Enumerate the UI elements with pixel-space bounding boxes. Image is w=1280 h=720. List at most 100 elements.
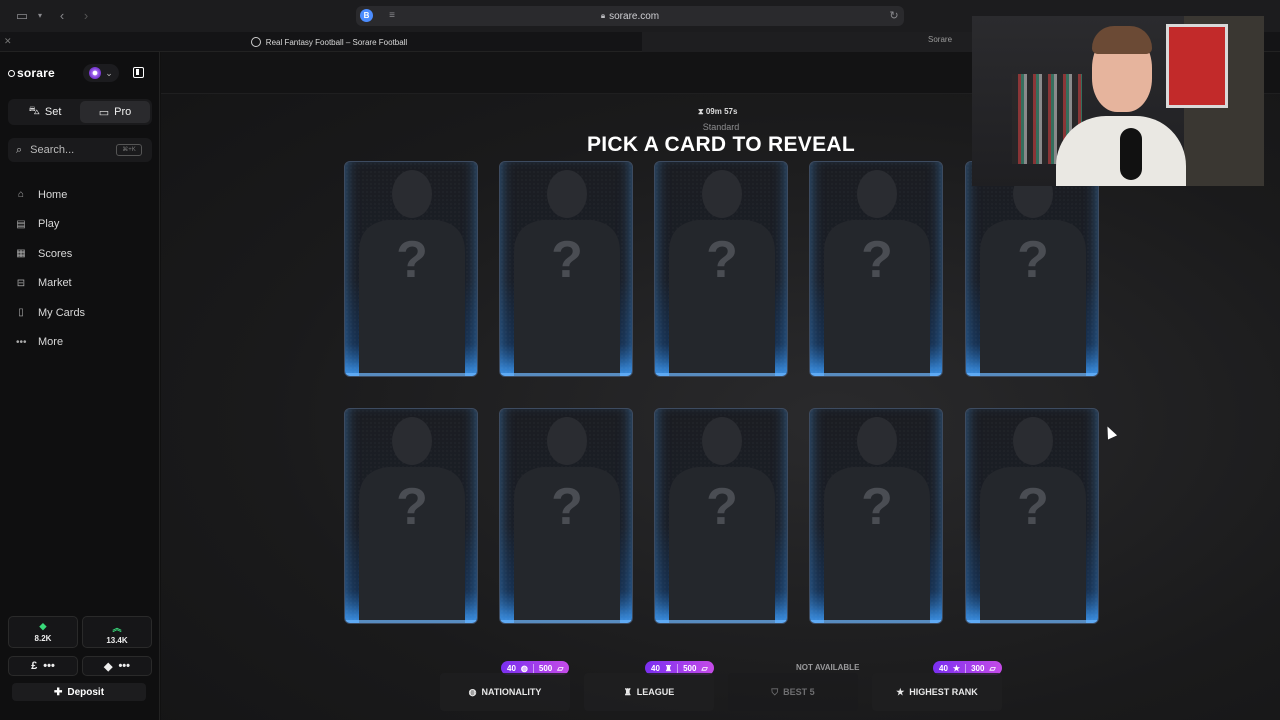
gems-value: 8.2K [34,634,52,643]
url-bar[interactable]: 🔒︎ sorare.com [356,6,904,26]
nav-item-play[interactable]: ▤ Play [0,210,160,240]
mode-pro-button[interactable]: ▭ Pro [80,101,150,123]
pill-divider [532,663,534,673]
nav-label: Market [38,277,72,290]
sorare-favicon-icon [250,37,261,47]
draft-type: Standard [702,122,740,132]
mystery-card[interactable]: ? [965,408,1099,624]
search-input[interactable]: ⌕ Search... ⌘+K [8,138,152,162]
mode-set-label: Set [44,106,62,118]
mystery-card[interactable]: ? [965,161,1099,377]
market-icon: ⊟ [16,277,26,289]
club-switcher[interactable]: ⌄ [83,64,119,82]
framed-jersey-image [1166,24,1228,108]
pill-value: 500 [683,663,697,673]
mystery-card[interactable]: ? [499,408,633,624]
webcam-overlay [972,16,1264,186]
not-available-label: NOT AVAILABLE [796,663,860,672]
forward-icon[interactable]: › [78,8,94,24]
reload-icon[interactable]: ↻ [886,8,902,24]
question-mark: ? [1017,231,1049,289]
pill-divider [965,663,967,673]
tab-inactive[interactable] [642,32,972,52]
card-glow [810,373,942,376]
nav-item-market[interactable]: ⊟ Market [0,269,160,299]
filter-best5-button[interactable]: ⛉ BEST 5 [728,673,858,711]
question-mark: ? [1017,478,1049,536]
mystery-card[interactable]: ? [809,408,943,624]
nav-item-scores[interactable]: ▦ Scores [0,239,160,269]
pill-value: 300 [971,663,985,673]
xp-balance[interactable]: ︽ 13.4K [82,616,152,648]
extension-badge[interactable]: B [360,9,373,22]
card-glow [810,620,942,623]
pill-value: 40 [939,663,948,673]
nav-item-my-cards[interactable]: ▯ My Cards [0,298,160,328]
back-icon[interactable]: ‹ [54,8,70,24]
streamer-hair-image [1092,26,1152,54]
question-mark: ? [551,231,583,289]
filter-nationality-button[interactable]: ◍ NATIONALITY [440,673,570,711]
mystery-card[interactable]: ? [654,408,788,624]
card-glow [966,373,1098,376]
nav-item-more[interactable]: ••• More [0,328,160,358]
nav-item-home[interactable]: ⌂ Home [0,180,160,210]
nav-label: More [38,336,64,349]
card-icon: ▱ [701,663,708,673]
mouse-cursor-icon [1102,424,1118,440]
sorare-logo[interactable]: sorare [8,66,55,80]
chevron-down-icon[interactable]: ▾ [32,8,48,24]
filter-label: BEST 5 [783,687,815,697]
filter-label: HIGHEST RANK [909,687,978,697]
mode-pro-label: Pro [114,106,132,118]
question-mark: ? [551,478,583,536]
nav-label: My Cards [38,306,86,319]
filter-league-button[interactable]: ♜ LEAGUE [584,673,714,711]
lock-icon: 🔒︎ [600,11,606,20]
page-title: PICK A CARD TO REVEAL [586,133,856,156]
globe-icon: ◍ [468,686,477,697]
tab-inactive-title[interactable]: Sorare [928,35,952,44]
chevron-down-icon: ⌄ [105,67,113,78]
pill-value: 40 [651,663,660,673]
mystery-card[interactable]: ? [344,408,478,624]
mystery-card[interactable]: ? [499,161,633,377]
question-mark: ? [861,478,893,536]
logo-text: sorare [17,66,55,80]
filter-label: NATIONALITY [481,687,542,697]
more-icon: ••• [16,336,27,348]
collapse-sidebar-icon[interactable] [133,67,144,78]
deposit-label: Deposit [67,686,105,698]
deposit-button[interactable]: ✚ Deposit [12,683,146,701]
mode-set-button[interactable]: ⛍ Set [10,101,80,123]
mystery-card[interactable]: ? [344,161,478,377]
gem-icon: ◆ [39,621,47,631]
microphone-image [1120,128,1142,180]
sidebar-toggle-icon[interactable]: ▭ [14,8,30,24]
timer-value: 09m 57s [705,107,738,116]
reader-icon[interactable]: ≡ [384,8,400,24]
chevrons-up-icon: ︽ [112,623,122,633]
home-icon: ⌂ [17,189,25,201]
fiat-wallet[interactable]: £ ••• [8,656,78,676]
close-tab-icon[interactable]: ✕ [4,36,12,47]
club-crest-icon [89,67,102,79]
mystery-card[interactable]: ? [654,161,788,377]
mystery-card[interactable]: ? [809,161,943,377]
question-mark: ? [861,231,893,289]
eth-wallet[interactable]: ◆ ••• [82,656,152,676]
search-placeholder: Search... [30,144,75,156]
eth-icon: ◆ [103,660,113,673]
card-glow [655,620,787,623]
cards-icon: ▯ [18,307,24,319]
card-glow [966,620,1098,623]
globe-icon: ◍ [520,663,528,673]
gems-balance[interactable]: ◆ 8.2K [8,616,78,648]
tab-sorare-active[interactable]: Real Fantasy Football – Sorare Football [16,32,642,52]
mode-switch: ⛍ Set ▭ Pro [8,99,152,125]
hourglass-icon: ⧗ [698,107,706,116]
pill-divider [677,663,679,673]
pro-icon: ▭ [98,106,110,119]
card-glow [345,373,477,376]
filter-highest-rank-button[interactable]: ★ HIGHEST RANK [872,673,1002,711]
